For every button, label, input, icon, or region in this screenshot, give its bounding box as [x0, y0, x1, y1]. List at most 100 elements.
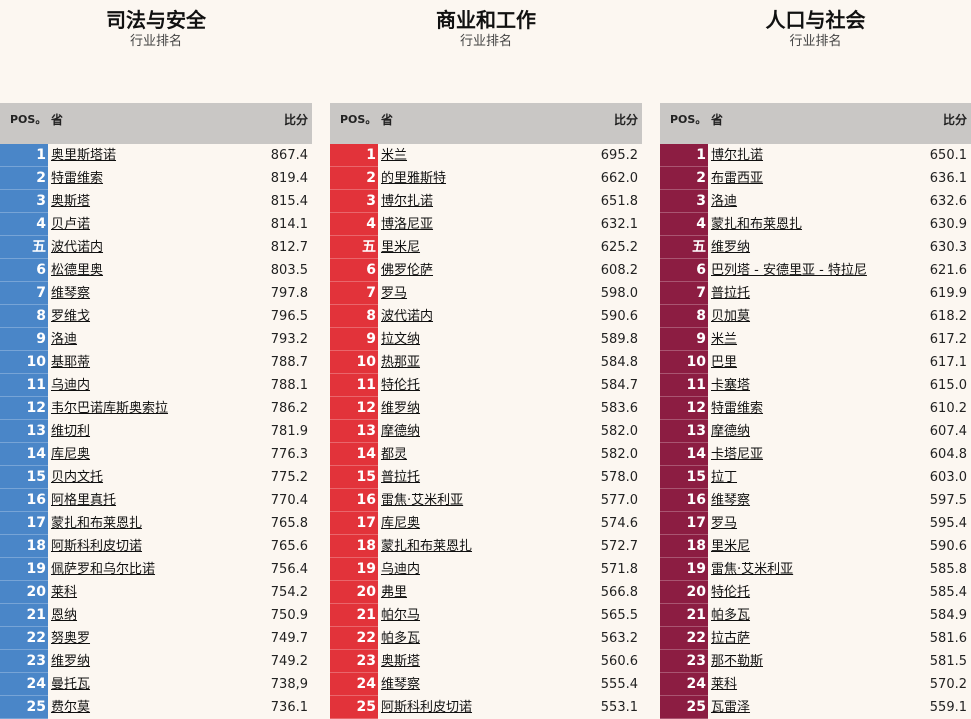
rank-badge: 4 — [660, 213, 708, 236]
province-link[interactable]: 摩德纳 — [711, 420, 750, 443]
province-link[interactable]: 乌迪内 — [381, 558, 420, 581]
province-link[interactable]: 罗马 — [381, 282, 407, 305]
province-link[interactable]: 曼托瓦 — [51, 673, 90, 696]
province-link[interactable]: 特伦托 — [711, 581, 750, 604]
province-link[interactable]: 阿斯科利皮切诺 — [381, 696, 472, 719]
province-link[interactable]: 帕多瓦 — [381, 627, 420, 650]
table-row: 16 维琴察 597.5 — [660, 489, 971, 512]
province-link[interactable]: 乌迪内 — [51, 374, 90, 397]
rank-badge: 25 — [660, 696, 708, 719]
score-value: 585.8 — [929, 562, 967, 577]
province-link[interactable]: 卡塔尼亚 — [711, 443, 763, 466]
province-link[interactable]: 维琴察 — [711, 489, 750, 512]
province-link[interactable]: 努奥罗 — [51, 627, 90, 650]
table-row: 14 卡塔尼亚 604.8 — [660, 443, 971, 466]
province-link[interactable]: 基耶蒂 — [51, 351, 90, 374]
province-link[interactable]: 蒙扎和布莱恩扎 — [381, 535, 472, 558]
province-link[interactable]: 拉丁 — [711, 466, 737, 489]
province-link[interactable]: 维琴察 — [51, 282, 90, 305]
table-row: 17 蒙扎和布莱恩扎 765.8 — [0, 512, 312, 535]
province-link[interactable]: 洛迪 — [711, 190, 737, 213]
province-link[interactable]: 洛迪 — [51, 328, 77, 351]
score-value: 775.2 — [270, 470, 308, 485]
rank-badge: 五 — [330, 236, 378, 259]
province-link[interactable]: 恩纳 — [51, 604, 77, 627]
province-link[interactable]: 贝卢诺 — [51, 213, 90, 236]
table-row: 19 乌迪内 571.8 — [330, 558, 642, 581]
score-value: 797.8 — [270, 286, 308, 301]
province-link[interactable]: 维琴察 — [381, 673, 420, 696]
province-link[interactable]: 博尔扎诺 — [381, 190, 433, 213]
province-link[interactable]: 佩萨罗和乌尔比诺 — [51, 558, 155, 581]
province-link[interactable]: 奥斯塔 — [51, 190, 90, 213]
province-link[interactable]: 阿格里真托 — [51, 489, 116, 512]
province-link[interactable]: 维罗纳 — [381, 397, 420, 420]
province-link[interactable]: 波代诺内 — [51, 236, 103, 259]
province-link[interactable]: 罗马 — [711, 512, 737, 535]
province-link[interactable]: 里米尼 — [711, 535, 750, 558]
province-link[interactable]: 摩德纳 — [381, 420, 420, 443]
score-value: 749.2 — [270, 654, 308, 669]
score-value: 819.4 — [270, 171, 308, 186]
province-link[interactable]: 莱科 — [711, 673, 737, 696]
province-link[interactable]: 米兰 — [711, 328, 737, 351]
province-link[interactable]: 阿斯科利皮切诺 — [51, 535, 142, 558]
province-link[interactable]: 松德里奥 — [51, 259, 103, 282]
province-link[interactable]: 贝内文托 — [51, 466, 103, 489]
province-link[interactable]: 弗里 — [381, 581, 407, 604]
province-link[interactable]: 拉古萨 — [711, 627, 750, 650]
province-link[interactable]: 维切利 — [51, 420, 90, 443]
table-row: 11 乌迪内 788.1 — [0, 374, 312, 397]
province-link[interactable]: 普拉托 — [711, 282, 750, 305]
province-link[interactable]: 雷焦·艾米利亚 — [711, 558, 793, 581]
province-link[interactable]: 维罗纳 — [711, 236, 750, 259]
province-link[interactable]: 都灵 — [381, 443, 407, 466]
province-link[interactable]: 波代诺内 — [381, 305, 433, 328]
province-link[interactable]: 那不勒斯 — [711, 650, 763, 673]
province-link[interactable]: 博尔扎诺 — [711, 144, 763, 167]
province-link[interactable]: 里米尼 — [381, 236, 420, 259]
province-link[interactable]: 瓦雷泽 — [711, 696, 750, 719]
province-link[interactable]: 库尼奥 — [51, 443, 90, 466]
score-value: 812.7 — [270, 240, 308, 255]
rank-badge: 18 — [330, 535, 378, 558]
province-link[interactable]: 特伦托 — [381, 374, 420, 397]
province-link[interactable]: 布雷西亚 — [711, 167, 763, 190]
province-link[interactable]: 的里雅斯特 — [381, 167, 446, 190]
score-value: 604.8 — [929, 447, 967, 462]
province-link[interactable]: 拉文纳 — [381, 328, 420, 351]
province-link[interactable]: 莱科 — [51, 581, 77, 604]
province-link[interactable]: 库尼奥 — [381, 512, 420, 535]
rank-badge: 25 — [0, 696, 48, 719]
score-value: 595.4 — [929, 516, 967, 531]
province-link[interactable]: 帕多瓦 — [711, 604, 750, 627]
province-link[interactable]: 博洛尼亚 — [381, 213, 433, 236]
rank-badge: 16 — [0, 489, 48, 512]
province-link[interactable]: 卡塞塔 — [711, 374, 750, 397]
province-link[interactable]: 特雷维索 — [51, 167, 103, 190]
province-link[interactable]: 费尔莫 — [51, 696, 90, 719]
province-link[interactable]: 韦尔巴诺库斯奥索拉 — [51, 397, 168, 420]
rank-badge: 6 — [0, 259, 48, 282]
header-score: 比分 — [942, 113, 967, 127]
province-link[interactable]: 帕尔马 — [381, 604, 420, 627]
province-link[interactable]: 普拉托 — [381, 466, 420, 489]
score-value: 615.0 — [929, 378, 967, 393]
province-link[interactable]: 蒙扎和布莱恩扎 — [711, 213, 802, 236]
province-link[interactable]: 奥里斯塔诺 — [51, 144, 116, 167]
province-link[interactable]: 贝加莫 — [711, 305, 750, 328]
rank-badge: 21 — [660, 604, 708, 627]
province-link[interactable]: 热那亚 — [381, 351, 420, 374]
province-link[interactable]: 巴列塔 - 安德里亚 - 特拉尼 — [711, 259, 867, 282]
table-row: 1 米兰 695.2 — [330, 144, 642, 167]
province-link[interactable]: 罗维戈 — [51, 305, 90, 328]
province-link[interactable]: 特雷维索 — [711, 397, 763, 420]
province-link[interactable]: 佛罗伦萨 — [381, 259, 433, 282]
province-link[interactable]: 维罗纳 — [51, 650, 90, 673]
province-link[interactable]: 蒙扎和布莱恩扎 — [51, 512, 142, 535]
province-link[interactable]: 雷焦·艾米利亚 — [381, 489, 463, 512]
province-link[interactable]: 巴里 — [711, 351, 737, 374]
province-link[interactable]: 米兰 — [381, 144, 407, 167]
score-value: 563.2 — [600, 631, 638, 646]
province-link[interactable]: 奥斯塔 — [381, 650, 420, 673]
